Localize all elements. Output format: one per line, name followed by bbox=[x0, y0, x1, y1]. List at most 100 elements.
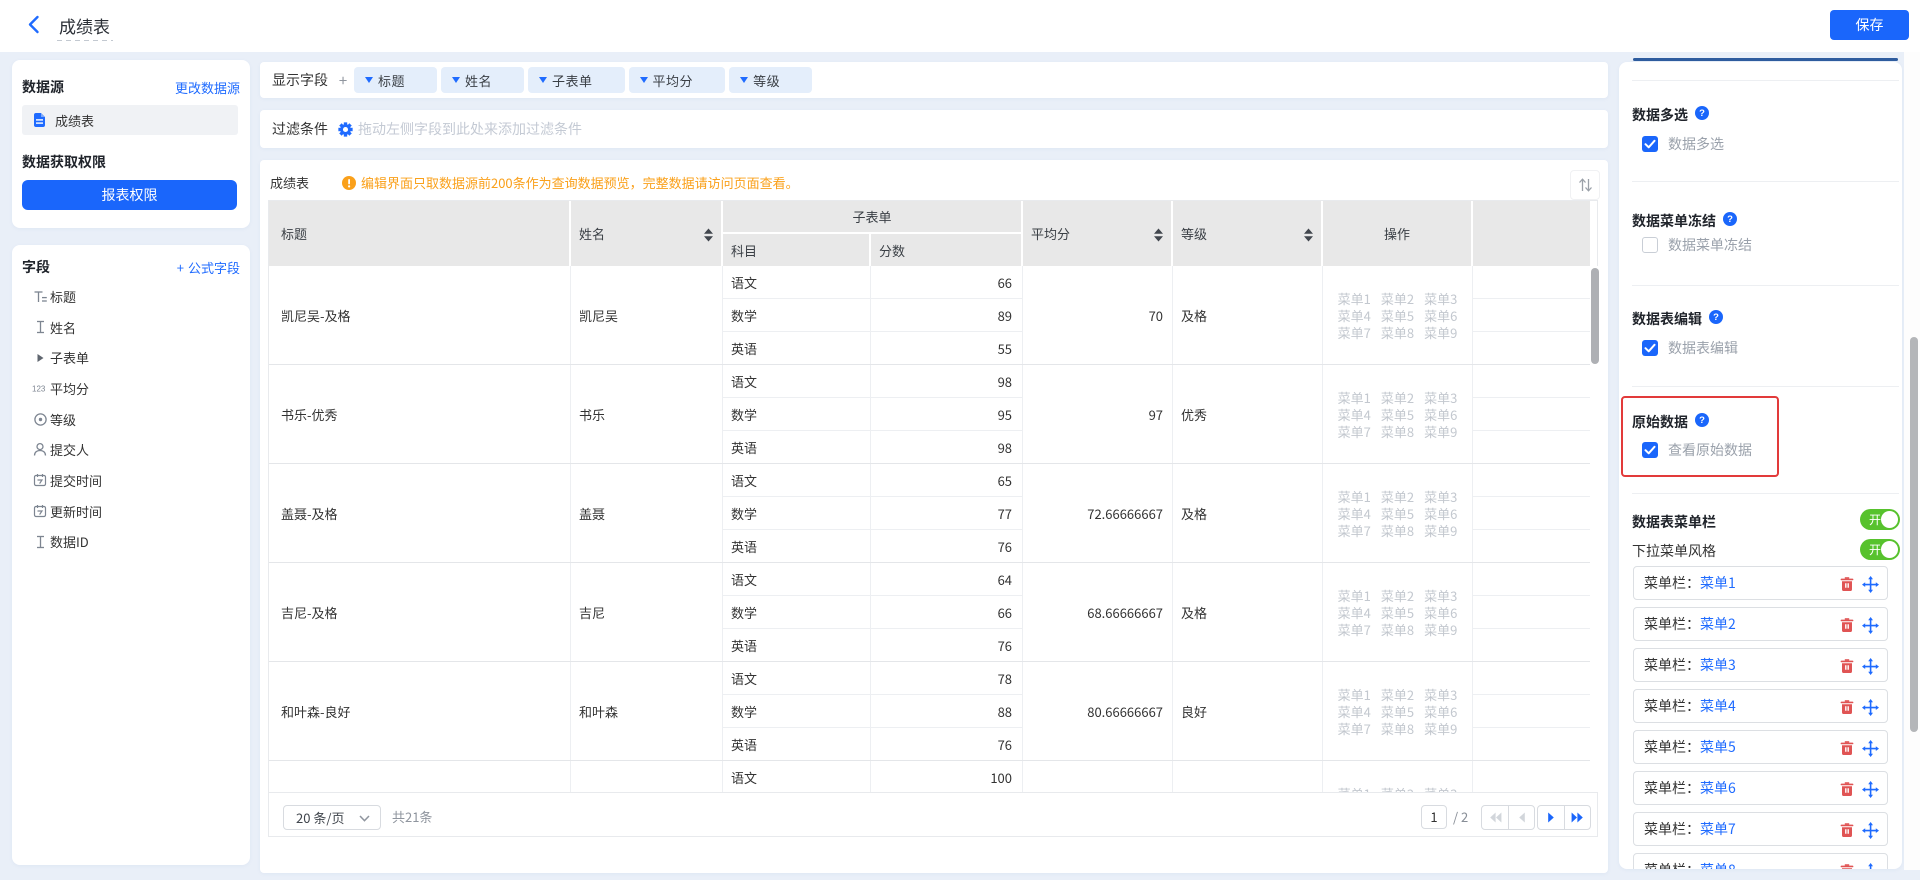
row-menu-link[interactable]: 菜单8 bbox=[1381, 324, 1414, 341]
table-scrollbar-thumb[interactable] bbox=[1591, 268, 1599, 364]
datasource-item[interactable]: 成绩表 bbox=[22, 105, 238, 135]
trash-icon[interactable] bbox=[1839, 658, 1855, 678]
row-menu-link[interactable]: 菜单4 bbox=[1338, 604, 1371, 621]
row-menu-link[interactable]: 菜单8 bbox=[1381, 720, 1414, 737]
prev-page-button[interactable] bbox=[1508, 806, 1534, 829]
field-item-3[interactable]: 子表单 bbox=[12, 342, 250, 373]
display-field-chip-5[interactable]: 等级 bbox=[729, 67, 812, 93]
row-menu-link[interactable]: 菜单9 bbox=[1424, 522, 1457, 539]
question-icon[interactable]: ? bbox=[1688, 105, 1709, 125]
field-item-4[interactable]: 123平均分 bbox=[12, 373, 250, 404]
report-perm-button[interactable]: 报表权限 bbox=[22, 180, 237, 210]
move-icon[interactable] bbox=[1862, 822, 1879, 843]
row-menu-link[interactable]: 菜单8 bbox=[1381, 522, 1414, 539]
row-menu-link[interactable]: 菜单6 bbox=[1424, 307, 1457, 324]
row-menu-link[interactable]: 菜单6 bbox=[1424, 406, 1457, 423]
display-field-chip-2[interactable]: 姓名 bbox=[441, 67, 524, 93]
move-icon[interactable] bbox=[1862, 863, 1879, 869]
display-field-chip-1[interactable]: 标题 bbox=[354, 67, 437, 93]
row-menu-link[interactable]: 菜单2 bbox=[1381, 488, 1414, 505]
column-header-grade[interactable]: 等级 bbox=[1173, 201, 1321, 266]
row-menu-link[interactable]: 菜单6 bbox=[1424, 703, 1457, 720]
row-menu-link[interactable]: 菜单9 bbox=[1424, 720, 1457, 737]
move-icon[interactable] bbox=[1862, 740, 1879, 761]
row-menu-link[interactable]: 菜单3 bbox=[1424, 389, 1457, 406]
display-field-chip-3[interactable]: 子表单 bbox=[528, 67, 625, 93]
settings-checkbox-row[interactable]: 数据多选 bbox=[1632, 134, 1724, 154]
field-item-1[interactable]: 标题 bbox=[12, 281, 250, 312]
row-menu-link[interactable]: 菜单2 bbox=[1381, 389, 1414, 406]
row-menu-link[interactable]: 菜单7 bbox=[1338, 423, 1371, 440]
settings-checkbox-row[interactable]: 数据表编辑 bbox=[1632, 338, 1738, 358]
trash-icon[interactable] bbox=[1839, 781, 1855, 801]
sort-icon[interactable] bbox=[1295, 227, 1314, 246]
change-datasource-link[interactable]: 更改数据源 bbox=[175, 78, 240, 97]
row-menu-link[interactable]: 菜单1 bbox=[1338, 785, 1371, 793]
question-icon[interactable]: ? bbox=[1702, 309, 1723, 329]
sort-icon[interactable] bbox=[695, 227, 714, 246]
row-menu-link[interactable]: 菜单5 bbox=[1381, 505, 1414, 522]
display-field-chip-4[interactable]: 平均分 bbox=[629, 67, 726, 93]
back-icon[interactable] bbox=[22, 12, 46, 36]
row-menu-link[interactable]: 菜单9 bbox=[1424, 423, 1457, 440]
row-menu-link[interactable]: 菜单2 bbox=[1381, 785, 1414, 793]
settings-checkbox-row[interactable]: 数据菜单冻结 bbox=[1632, 235, 1752, 255]
gear-icon[interactable] bbox=[338, 122, 353, 137]
row-menu-link[interactable]: 菜单7 bbox=[1338, 621, 1371, 638]
row-menu-link[interactable]: 菜单5 bbox=[1381, 307, 1414, 324]
row-menu-link[interactable]: 菜单9 bbox=[1424, 621, 1457, 638]
menu-item-link[interactable]: 菜单5 bbox=[1700, 737, 1736, 757]
table-sort-toggle[interactable] bbox=[1570, 170, 1600, 200]
checkbox-checked[interactable] bbox=[1642, 136, 1658, 152]
row-menu-link[interactable]: 菜单1 bbox=[1338, 290, 1371, 307]
row-menu-link[interactable]: 菜单1 bbox=[1338, 389, 1371, 406]
row-menu-link[interactable]: 菜单7 bbox=[1338, 522, 1371, 539]
row-menu-link[interactable]: 菜单2 bbox=[1381, 686, 1414, 703]
formula-field-link[interactable]: +公式字段 bbox=[177, 258, 240, 277]
menu-item-link[interactable]: 菜单2 bbox=[1700, 614, 1736, 634]
row-menu-link[interactable]: 菜单8 bbox=[1381, 621, 1414, 638]
row-menu-link[interactable]: 菜单5 bbox=[1381, 406, 1414, 423]
current-page-input[interactable]: 1 bbox=[1421, 805, 1447, 829]
field-item-8[interactable]: 更新时间 bbox=[12, 496, 250, 527]
move-icon[interactable] bbox=[1862, 617, 1879, 638]
trash-icon[interactable] bbox=[1839, 576, 1855, 596]
row-menu-link[interactable]: 菜单2 bbox=[1381, 290, 1414, 307]
row-menu-link[interactable]: 菜单1 bbox=[1338, 488, 1371, 505]
field-item-9[interactable]: 数据ID bbox=[12, 527, 250, 558]
column-header-name[interactable]: 姓名 bbox=[571, 201, 721, 266]
trash-icon[interactable] bbox=[1839, 699, 1855, 719]
row-menu-link[interactable]: 菜单8 bbox=[1381, 423, 1414, 440]
field-item-2[interactable]: 姓名 bbox=[12, 312, 250, 343]
row-menu-link[interactable]: 菜单6 bbox=[1424, 604, 1457, 621]
row-menu-link[interactable]: 菜单7 bbox=[1338, 324, 1371, 341]
trash-icon[interactable] bbox=[1839, 822, 1855, 842]
trash-icon[interactable] bbox=[1839, 740, 1855, 760]
move-icon[interactable] bbox=[1862, 699, 1879, 720]
row-menu-link[interactable]: 菜单5 bbox=[1381, 703, 1414, 720]
row-menu-link[interactable]: 菜单1 bbox=[1338, 686, 1371, 703]
dropdown-style-toggle[interactable]: 开 bbox=[1860, 539, 1900, 560]
page-size-select[interactable]: 20 条/页 bbox=[283, 805, 381, 830]
question-icon[interactable]: ? bbox=[1716, 211, 1737, 231]
row-menu-link[interactable]: 菜单3 bbox=[1424, 290, 1457, 307]
row-menu-link[interactable]: 菜单4 bbox=[1338, 703, 1371, 720]
field-item-7[interactable]: 提交时间 bbox=[12, 465, 250, 496]
move-icon[interactable] bbox=[1862, 576, 1879, 597]
row-menu-link[interactable]: 菜单1 bbox=[1338, 587, 1371, 604]
row-menu-link[interactable]: 菜单5 bbox=[1381, 604, 1414, 621]
menu-item-link[interactable]: 菜单6 bbox=[1700, 778, 1736, 798]
sort-icon[interactable] bbox=[1145, 227, 1164, 246]
trash-icon[interactable] bbox=[1839, 863, 1855, 869]
column-header-avg[interactable]: 平均分 bbox=[1023, 201, 1171, 266]
page-scrollbar-thumb[interactable] bbox=[1910, 337, 1918, 732]
save-button[interactable]: 保存 bbox=[1830, 10, 1909, 40]
field-item-5[interactable]: 等级 bbox=[12, 404, 250, 435]
row-menu-link[interactable]: 菜单9 bbox=[1424, 324, 1457, 341]
menu-item-link[interactable]: 菜单1 bbox=[1700, 573, 1736, 593]
page-title[interactable]: 成绩表 bbox=[59, 13, 110, 38]
menu-item-link[interactable]: 菜单4 bbox=[1700, 696, 1736, 716]
row-menu-link[interactable]: 菜单3 bbox=[1424, 488, 1457, 505]
first-page-button[interactable] bbox=[1482, 806, 1508, 829]
menu-item-link[interactable]: 菜单7 bbox=[1700, 819, 1736, 839]
